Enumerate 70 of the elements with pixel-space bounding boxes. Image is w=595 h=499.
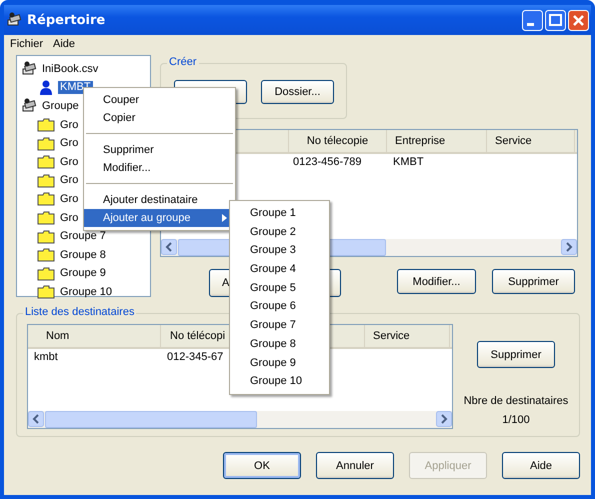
folder-icon — [37, 191, 55, 208]
column-header[interactable]: Service — [365, 325, 450, 347]
tree-item[interactable]: Groupe 7 — [58, 230, 108, 244]
horizontal-scrollbar[interactable] — [28, 411, 452, 428]
folder-icon — [37, 154, 55, 170]
button[interactable]: Aide — [502, 452, 580, 479]
table-cell: 012-345-67 — [167, 351, 224, 363]
tree-item[interactable]: Gro — [58, 156, 80, 169]
tree-item[interactable]: Gro — [58, 137, 80, 150]
tree-item[interactable]: Groupe 10 — [58, 286, 114, 299]
submenu-arrow-icon — [222, 214, 227, 222]
count-label: Nbre de destinataires — [464, 394, 568, 409]
menu-item[interactable]: Groupe 6 — [230, 297, 329, 316]
menu-item[interactable]: Groupe 5 — [230, 278, 329, 298]
tree-item[interactable]: Gro — [58, 118, 80, 132]
tree-item[interactable]: Gro — [58, 212, 80, 225]
folder-icon — [37, 266, 55, 282]
menu-item[interactable]: Copier — [84, 109, 235, 127]
window-title: Répertoire — [27, 12, 106, 28]
folder-icon — [37, 172, 55, 189]
table-cell: KMBT — [393, 156, 424, 168]
scroll-left-icon — [28, 411, 44, 427]
maximize-icon[interactable] — [545, 10, 566, 30]
group-title: Créer — [167, 56, 199, 68]
folder-icon — [37, 210, 55, 226]
button[interactable]: Dossier... — [261, 80, 334, 104]
tree-item[interactable]: IniBook.csv — [40, 62, 100, 76]
table-cell: 0123-456-789 — [293, 156, 362, 168]
tree-item[interactable]: Gro — [58, 192, 80, 206]
scroll-right-icon — [561, 239, 577, 255]
menu-item[interactable]: Groupe 10 — [230, 372, 329, 391]
scroll-left-icon — [161, 239, 177, 255]
person-icon — [37, 80, 55, 96]
book-stack-icon — [21, 98, 37, 114]
group-title: Liste des destinataires — [23, 306, 136, 318]
column-header[interactable]: No télecopie — [289, 130, 387, 152]
tree-item[interactable]: Groupe 9 — [58, 267, 108, 280]
button[interactable]: Annuler — [316, 452, 394, 479]
table-cell: kmbt — [34, 351, 58, 363]
menu-item[interactable]: Fichier — [10, 38, 44, 50]
tree-item[interactable]: Groupe — [40, 100, 81, 113]
book-stack-icon — [21, 61, 37, 78]
tree-item[interactable]: Groupe 8 — [58, 248, 108, 262]
folder-icon — [37, 284, 55, 300]
button[interactable]: OK — [223, 452, 301, 479]
menu-item[interactable]: Groupe 7 — [230, 316, 329, 335]
menu-item[interactable]: Groupe 3 — [230, 241, 329, 260]
tree-item[interactable]: Gro — [58, 174, 80, 188]
scroll-thumb[interactable] — [45, 411, 257, 428]
button[interactable]: Modifier... — [397, 269, 476, 294]
count-value: 1/100 — [502, 413, 530, 428]
address-book-icon — [6, 12, 22, 28]
menu-item[interactable]: Groupe 8 — [230, 334, 329, 354]
button[interactable]: Supprimer — [477, 341, 555, 368]
scroll-right-icon — [436, 411, 452, 427]
folder-icon — [37, 247, 55, 264]
folder-icon — [37, 117, 55, 134]
button[interactable]: Supprimer — [492, 269, 575, 294]
column-header[interactable]: Service — [487, 130, 575, 152]
folder-icon — [37, 136, 55, 152]
folder-icon — [37, 228, 55, 245]
minimize-icon[interactable] — [522, 10, 543, 30]
menu-item[interactable]: Groupe 4 — [230, 260, 329, 279]
menu-item[interactable]: Supprimer — [84, 141, 235, 159]
menu-item[interactable]: Modifier... — [84, 159, 235, 177]
column-header[interactable]: Entreprise — [387, 130, 487, 152]
column-header[interactable]: Nom — [28, 325, 161, 347]
menu-item[interactable]: Aide — [53, 38, 76, 50]
close-icon[interactable] — [568, 10, 589, 30]
menu-item[interactable]: Groupe 9 — [230, 354, 329, 372]
